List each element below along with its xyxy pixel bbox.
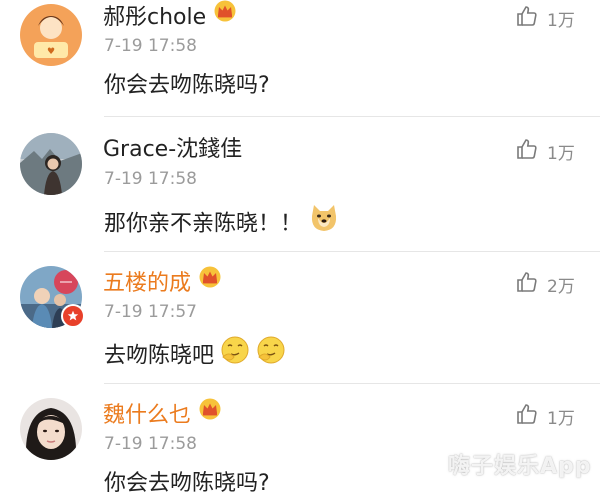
username[interactable]: 五楼的成 — [103, 266, 223, 299]
like-count: 1万 — [547, 11, 575, 31]
verified-badge-icon — [61, 304, 85, 328]
username[interactable]: Grace-沈錢佳 — [103, 136, 242, 164]
timestamp: 7-19 17:58 — [104, 169, 197, 189]
username-text[interactable]: 郝彤chole — [103, 5, 206, 30]
comment-text-body: 去吻陈晓吧 — [104, 343, 215, 369]
username-text[interactable]: Grace-沈錢佳 — [103, 137, 242, 162]
thumbs-up-icon — [515, 402, 539, 431]
like-button[interactable]: 1万 — [515, 402, 575, 431]
timestamp: 7-19 17:57 — [104, 302, 197, 322]
like-count: 1万 — [547, 144, 575, 164]
like-button[interactable]: 1万 — [515, 137, 575, 166]
avatar[interactable] — [20, 133, 82, 195]
vip-crown-icon — [197, 266, 223, 296]
comment-text-body: 那你亲不亲陈晓！！ — [104, 211, 303, 237]
timestamp: 7-19 17:58 — [104, 36, 197, 56]
comment-text: 去吻陈晓吧 — [104, 335, 286, 376]
divider — [104, 116, 600, 117]
thumbs-up-icon — [515, 137, 539, 166]
like-count: 2万 — [547, 277, 575, 297]
doge-emoji-icon — [308, 202, 340, 243]
comment-text: 你会去吻陈晓吗? — [104, 471, 270, 496]
username-text[interactable]: 五楼的成 — [103, 271, 191, 296]
comment-text: 你会去吻陈晓吗? — [104, 73, 270, 98]
like-count: 1万 — [547, 409, 575, 429]
username-text[interactable]: 魏什么乜 — [103, 403, 191, 428]
comment-text: 那你亲不亲陈晓！！ — [104, 204, 340, 245]
divider — [104, 383, 600, 384]
avatar[interactable]: ♥ — [20, 4, 82, 66]
like-button[interactable]: 2万 — [515, 270, 575, 299]
username[interactable]: 郝彤chole — [103, 0, 238, 33]
thinking-emoji-icon — [220, 335, 250, 374]
like-button[interactable]: 1万 — [515, 4, 575, 33]
vip-crown-icon — [197, 398, 223, 428]
divider — [104, 251, 600, 252]
thinking-emoji-icon — [256, 335, 286, 374]
vip-crown-icon — [212, 0, 238, 30]
timestamp: 7-19 17:58 — [104, 434, 197, 454]
watermark: 嗨子娱乐App — [448, 454, 592, 479]
svg-text:♥: ♥ — [47, 47, 55, 57]
thumbs-up-icon — [515, 270, 539, 299]
username[interactable]: 魏什么乜 — [103, 398, 223, 431]
avatar[interactable] — [20, 398, 82, 460]
thumbs-up-icon — [515, 4, 539, 33]
